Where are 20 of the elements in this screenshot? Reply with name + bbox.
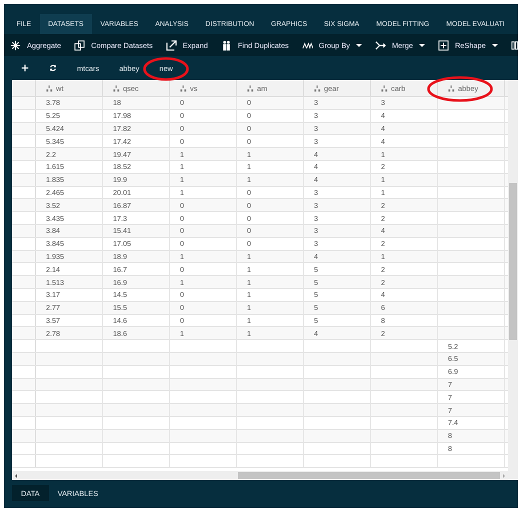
horizontal-scrollbar[interactable] — [12, 471, 508, 480]
expand-icon — [166, 40, 177, 50]
numeric-type-icon — [180, 84, 187, 92]
numeric-type-icon — [247, 84, 254, 92]
annotation-circle — [427, 76, 493, 102]
compare-icon — [74, 40, 86, 50]
numeric-type-icon — [314, 84, 321, 92]
numeric-type-icon — [448, 84, 455, 92]
add-icon[interactable] — [21, 64, 29, 72]
numeric-type-icon — [113, 84, 120, 92]
numeric-type-icon — [381, 84, 388, 92]
asterisk-icon — [10, 40, 21, 50]
vertical-scrollbar[interactable] — [508, 80, 518, 479]
people-icon — [220, 40, 232, 50]
annotation-circle — [143, 57, 189, 81]
refresh-icon[interactable] — [49, 64, 57, 72]
group-icon — [302, 40, 313, 50]
reshape-icon — [438, 40, 449, 50]
numeric-type-icon — [46, 84, 53, 92]
merge-icon — [374, 40, 386, 50]
